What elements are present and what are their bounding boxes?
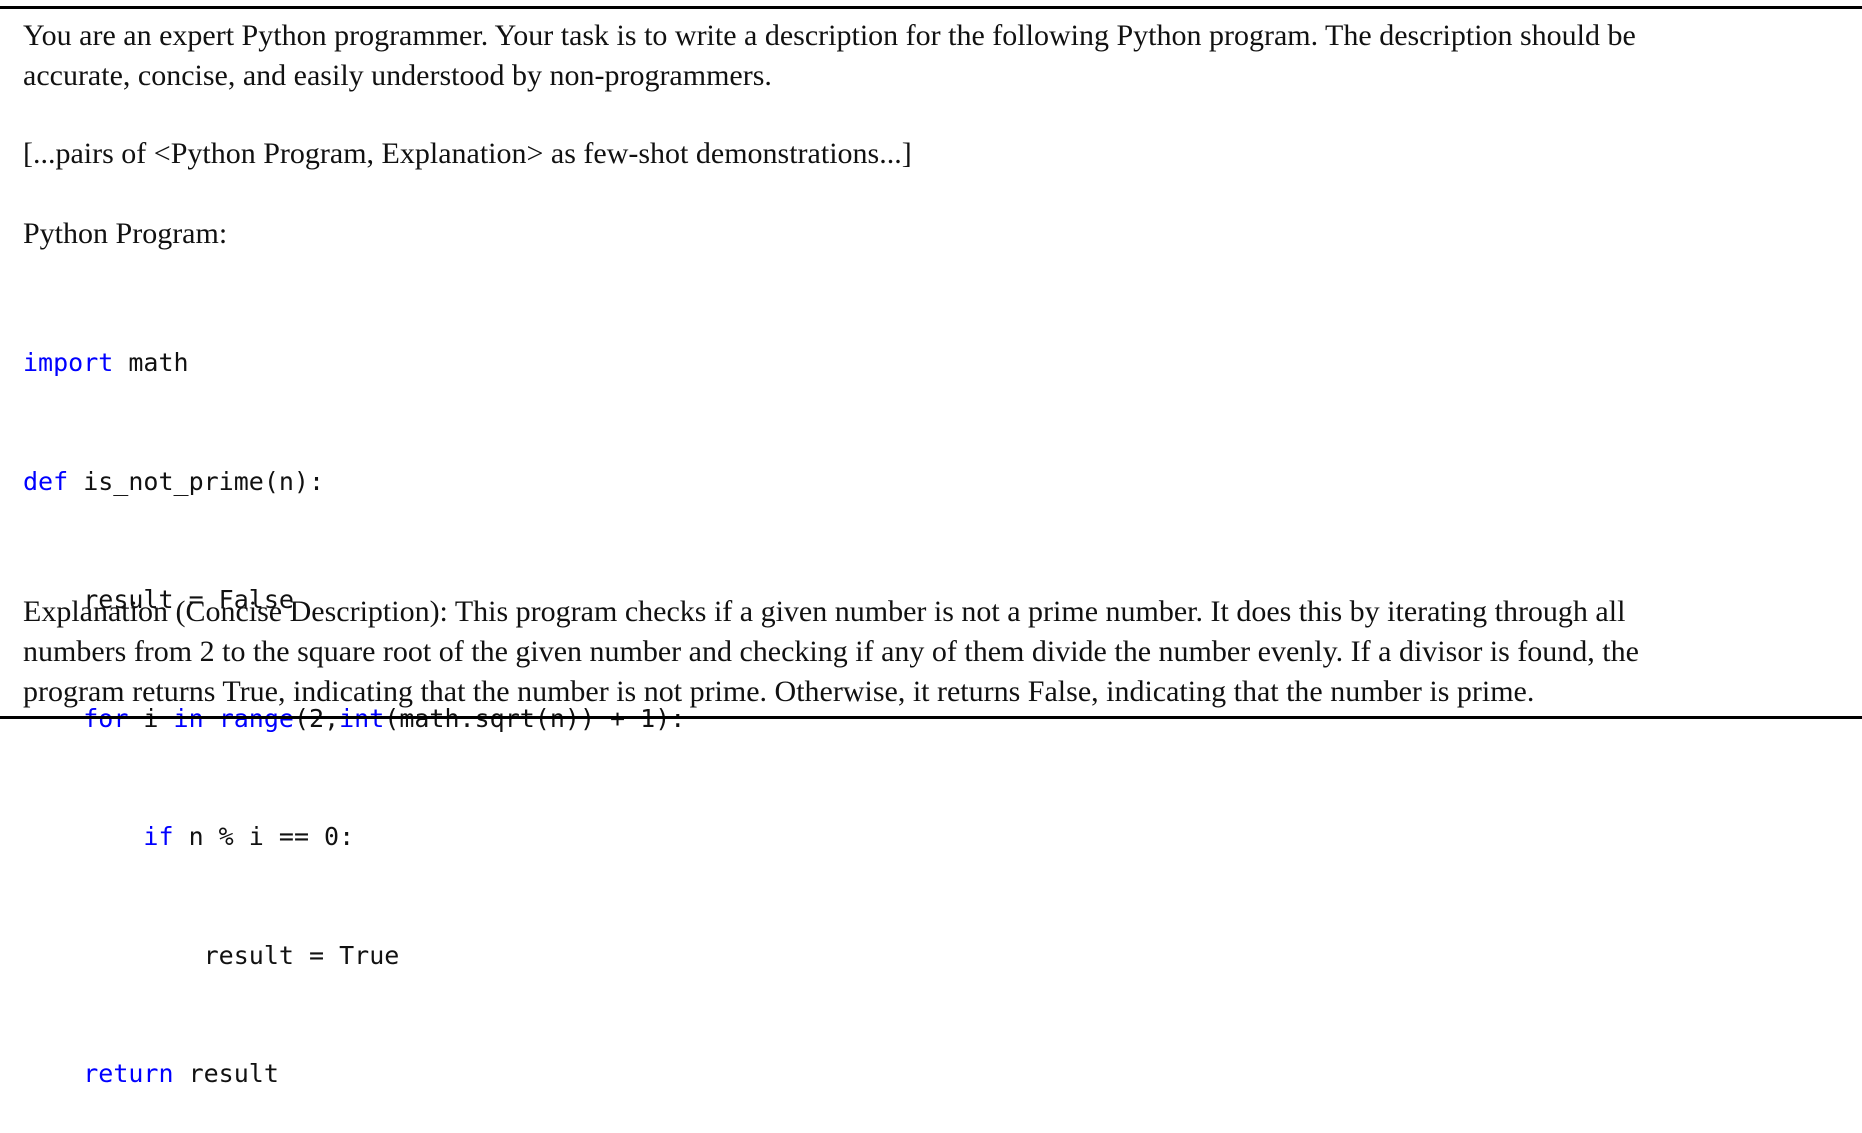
explanation-line: program returns True, indicating that th… [23, 675, 1535, 708]
instruction-line: accurate, concise, and easily understood… [23, 59, 772, 92]
bottom-rule [0, 716, 1862, 719]
code-keyword: return [83, 1059, 174, 1088]
explanation-line: Explanation (Concise Description): This … [23, 595, 1626, 628]
code-text: is_not_prime(n): [68, 466, 325, 496]
instruction-paragraph: You are an expert Python programmer. You… [23, 16, 1845, 96]
program-heading: Python Program: [23, 217, 228, 250]
demonstrations-placeholder: [...pairs of <Python Program, Explanatio… [23, 137, 912, 170]
code-text: math [113, 348, 189, 377]
code-text: result [173, 1059, 279, 1088]
code-line: if n % i == 0: [23, 817, 685, 857]
code-keyword: if [143, 822, 174, 851]
top-rule [0, 6, 1862, 9]
code-keyword: def [23, 466, 69, 496]
code-text: n % i == 0: [173, 822, 355, 851]
code-line: def is_not_prime(n): [23, 462, 685, 502]
explanation-paragraph: Explanation (Concise Description): This … [23, 592, 1845, 712]
code-keyword: import [23, 348, 114, 377]
code-text: result = True [203, 940, 400, 970]
code-line: result = True [23, 936, 685, 976]
instruction-line: You are an expert Python programmer. You… [23, 19, 1636, 52]
code-line: import math [23, 343, 685, 383]
code-line: return result [23, 1054, 685, 1094]
explanation-line: numbers from 2 to the square root of the… [23, 635, 1639, 668]
